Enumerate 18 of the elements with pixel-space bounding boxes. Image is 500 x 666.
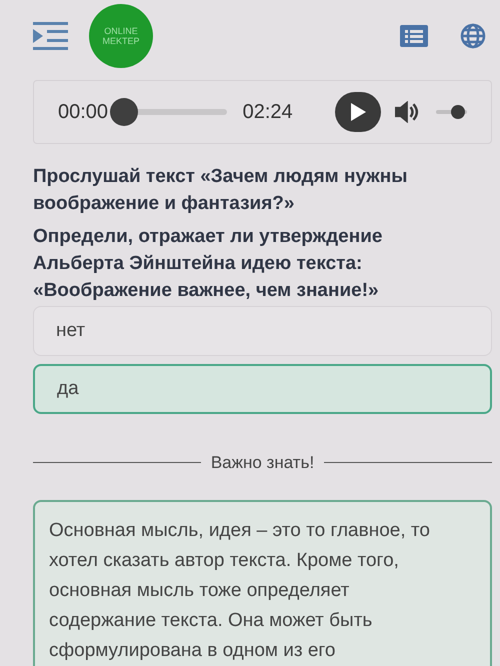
progress-thumb[interactable] — [110, 98, 138, 126]
question-text: Определи, отражает ли утверждение Альберта Эйнштейна идею текста: «Воображение важнее, чем знание!» — [33, 225, 384, 303]
question-intro: Прослушай текст «Зачем людям нужны воображение и фантазия?» — [33, 165, 408, 216]
info-text: Основная мысль, идея – это то главное, то хотел сказать автор текста. Кроме того, основная мысль тоже определяет содержание текста. Она может быть сформулирована в одном из его — [49, 518, 431, 662]
volume-thumb[interactable] — [451, 105, 466, 119]
volume-slider[interactable] — [436, 105, 467, 119]
globe-icon[interactable] — [460, 23, 486, 49]
answer-option[interactable]: нет — [33, 306, 492, 356]
current-time: 00:00 — [58, 100, 108, 125]
list-icon[interactable] — [400, 25, 428, 47]
speaker-icon[interactable] — [394, 101, 420, 123]
play-button[interactable] — [334, 92, 381, 132]
play-icon — [350, 103, 366, 121]
menu-icon[interactable] — [33, 22, 69, 50]
duration-time: 02:24 — [242, 100, 293, 125]
progress-slider[interactable] — [110, 98, 227, 126]
answer-option[interactable]: да — [33, 364, 492, 414]
section-heading: Важно знать! — [210, 452, 314, 474]
